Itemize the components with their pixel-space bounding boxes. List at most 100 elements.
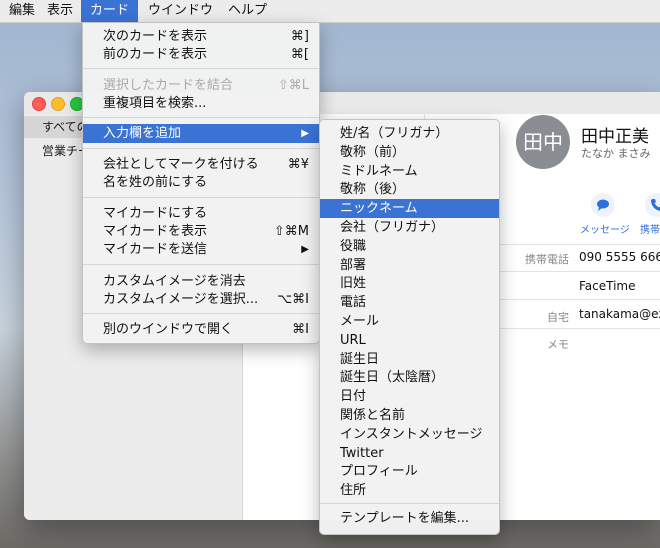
divider (500, 244, 660, 245)
menu-help[interactable]: ヘルプ (219, 0, 276, 22)
menu-item-label: 別のウインドウで開く (103, 322, 234, 337)
submenu-item[interactable]: 誕生日 (320, 350, 499, 369)
field-value-mobile[interactable]: 090 5555 666 (579, 250, 660, 264)
menu-item-add-field[interactable]: 入力欄を追加 ▶ (83, 124, 319, 143)
submenu-item[interactable]: 旧姓 (320, 274, 499, 293)
menu-item-label: 重複項目を検索... (103, 96, 207, 111)
menu-item-label: 姓/名（フリガナ） (340, 126, 449, 141)
menu-item-choose-custom-image[interactable]: カスタムイメージを選択... ⌥⌘I (83, 290, 319, 309)
message-action-label: メッセージ (580, 225, 630, 236)
menu-item-label: マイカードを表示 (103, 224, 208, 239)
shortcut-label: ⌘I (292, 322, 309, 337)
menu-separator (83, 117, 319, 118)
menu-item-label: 電話 (340, 295, 367, 311)
shortcut-label: ⌥⌘I (277, 292, 309, 307)
menu-item-label: 旧姓 (340, 276, 367, 292)
menu-separator (83, 148, 319, 149)
divider (500, 299, 660, 300)
menu-item-first-name-before-last[interactable]: 名を姓の前にする (83, 173, 319, 192)
menu-item-label: テンプレートを編集... (340, 511, 470, 526)
menu-item-make-my-card[interactable]: マイカードにする (83, 204, 319, 223)
menu-card[interactable]: カード (81, 0, 139, 22)
contact-name: 田中正美 (581, 127, 649, 147)
shortcut-label: ⌘] (290, 29, 309, 44)
menu-item-label: マイカードを送信 (103, 242, 208, 257)
menu-item-label: 選択したカードを結合 (103, 78, 234, 93)
message-action-button[interactable] (591, 193, 615, 217)
menu-item-next-card[interactable]: 次のカードを表示 ⌘] (83, 27, 319, 46)
submenu-item[interactable]: メール (320, 312, 499, 331)
submenu-item[interactable]: 部署 (320, 256, 499, 275)
submenu-item[interactable]: 日付 (320, 387, 499, 406)
submenu-item[interactable]: 姓/名（フリガナ） (320, 124, 499, 143)
close-button[interactable] (32, 97, 46, 111)
submenu-arrow-icon: ▶ (301, 128, 309, 139)
menu-bar: 編集 表示 カード ウインドウ ヘルプ (0, 0, 660, 23)
submenu-item[interactable]: URL (320, 331, 499, 350)
submenu-arrow-icon: ▶ (301, 244, 309, 255)
menu-item-label: マイカードにする (103, 206, 208, 221)
field-value-facetime[interactable]: FaceTime (579, 279, 636, 293)
menu-item-find-duplicates[interactable]: 重複項目を検索... (83, 94, 319, 113)
menu-item-label: 次のカードを表示 (103, 29, 208, 44)
submenu-item[interactable]: 住所 (320, 481, 499, 500)
menu-item-label: インスタントメッセージ (340, 426, 483, 442)
menu-separator (83, 313, 319, 314)
divider (500, 328, 660, 329)
submenu-item[interactable]: 誕生日（太陰暦） (320, 368, 499, 387)
menu-item-merge-cards: 選択したカードを結合 ⇧⌘L (83, 76, 319, 95)
menu-item-previous-card[interactable]: 前のカードを表示 ⌘[ (83, 45, 319, 64)
menu-item-label: 敬称（前） (340, 144, 406, 160)
menu-item-label: 住所 (340, 483, 367, 499)
submenu-item[interactable]: 敬称（後） (320, 180, 499, 199)
menu-item-mark-as-company[interactable]: 会社としてマークを付ける ⌘¥ (83, 155, 319, 174)
menu-item-clear-custom-image[interactable]: カスタムイメージを消去 (83, 272, 319, 291)
submenu-item[interactable]: 敬称（前） (320, 143, 499, 162)
field-label-mobile: 携帯電話 (525, 253, 569, 266)
shortcut-label: ⌘[ (290, 47, 309, 62)
menu-window[interactable]: ウインドウ (139, 0, 222, 22)
submenu-item[interactable]: 関係と名前 (320, 406, 499, 425)
submenu-item[interactable]: 役職 (320, 237, 499, 256)
minimize-button[interactable] (51, 97, 65, 111)
submenu-item[interactable]: 会社（フリガナ） (320, 218, 499, 237)
submenu-item[interactable]: プロフィール (320, 462, 499, 481)
menu-item-label: プロフィール (340, 464, 418, 480)
add-field-submenu: 姓/名（フリガナ） 敬称（前） ミドルネーム 敬称（後） ニックネーム 会社（フリガナ） 役… (319, 119, 500, 535)
field-label-home: 自宅 (547, 311, 569, 324)
shortcut-label: ⇧⌘L (277, 78, 309, 93)
menu-item-label: ミドルネーム (340, 163, 418, 179)
avatar[interactable]: 田中 (516, 115, 570, 169)
menu-item-label: ニックネーム (340, 201, 418, 217)
submenu-item[interactable]: Twitter (320, 444, 499, 463)
menu-item-label: 前のカードを表示 (103, 47, 208, 62)
menu-separator (83, 68, 319, 69)
mobile-action-label: 携帯 (640, 225, 660, 236)
menu-item-label: 入力欄を追加 (103, 126, 182, 141)
menu-item-label: 役職 (340, 238, 367, 254)
contact-kana: たなか まさみ (581, 147, 651, 160)
submenu-item[interactable]: ニックネーム (320, 199, 499, 219)
menu-view[interactable]: 表示 (38, 0, 82, 22)
menu-item-label: 誕生日 (340, 351, 380, 367)
submenu-item[interactable]: インスタントメッセージ (320, 425, 499, 444)
menu-item-show-my-card[interactable]: マイカードを表示 ⇧⌘M (83, 222, 319, 241)
message-bubble-icon (597, 199, 609, 211)
menu-item-label: URL (340, 332, 366, 348)
menu-item-label: 敬称（後） (340, 182, 406, 198)
menu-item-label: メール (340, 314, 380, 329)
menu-item-label: カスタムイメージを選択... (103, 292, 259, 307)
submenu-item[interactable]: 電話 (320, 293, 499, 312)
submenu-item[interactable]: ミドルネーム (320, 162, 499, 181)
menu-item-label: Twitter (340, 445, 384, 461)
menu-item-label: 会社としてマークを付ける (103, 157, 259, 172)
menu-item-label: 部署 (340, 257, 367, 273)
menu-item-open-in-new-window[interactable]: 別のウインドウで開く ⌘I (83, 320, 319, 339)
shortcut-label: ⌘¥ (287, 157, 309, 172)
card-menu: 次のカードを表示 ⌘] 前のカードを表示 ⌘[ 選択したカードを結合 ⇧⌘L 重… (82, 22, 320, 344)
field-value-home-email[interactable]: tanakama@exa (579, 307, 660, 321)
menu-item-label: カスタムイメージを消去 (103, 274, 246, 289)
phone-icon (651, 199, 660, 211)
menu-item-send-my-card[interactable]: マイカードを送信 ▶ (83, 240, 319, 259)
menu-item-edit-template[interactable]: テンプレートを編集... (320, 509, 499, 528)
